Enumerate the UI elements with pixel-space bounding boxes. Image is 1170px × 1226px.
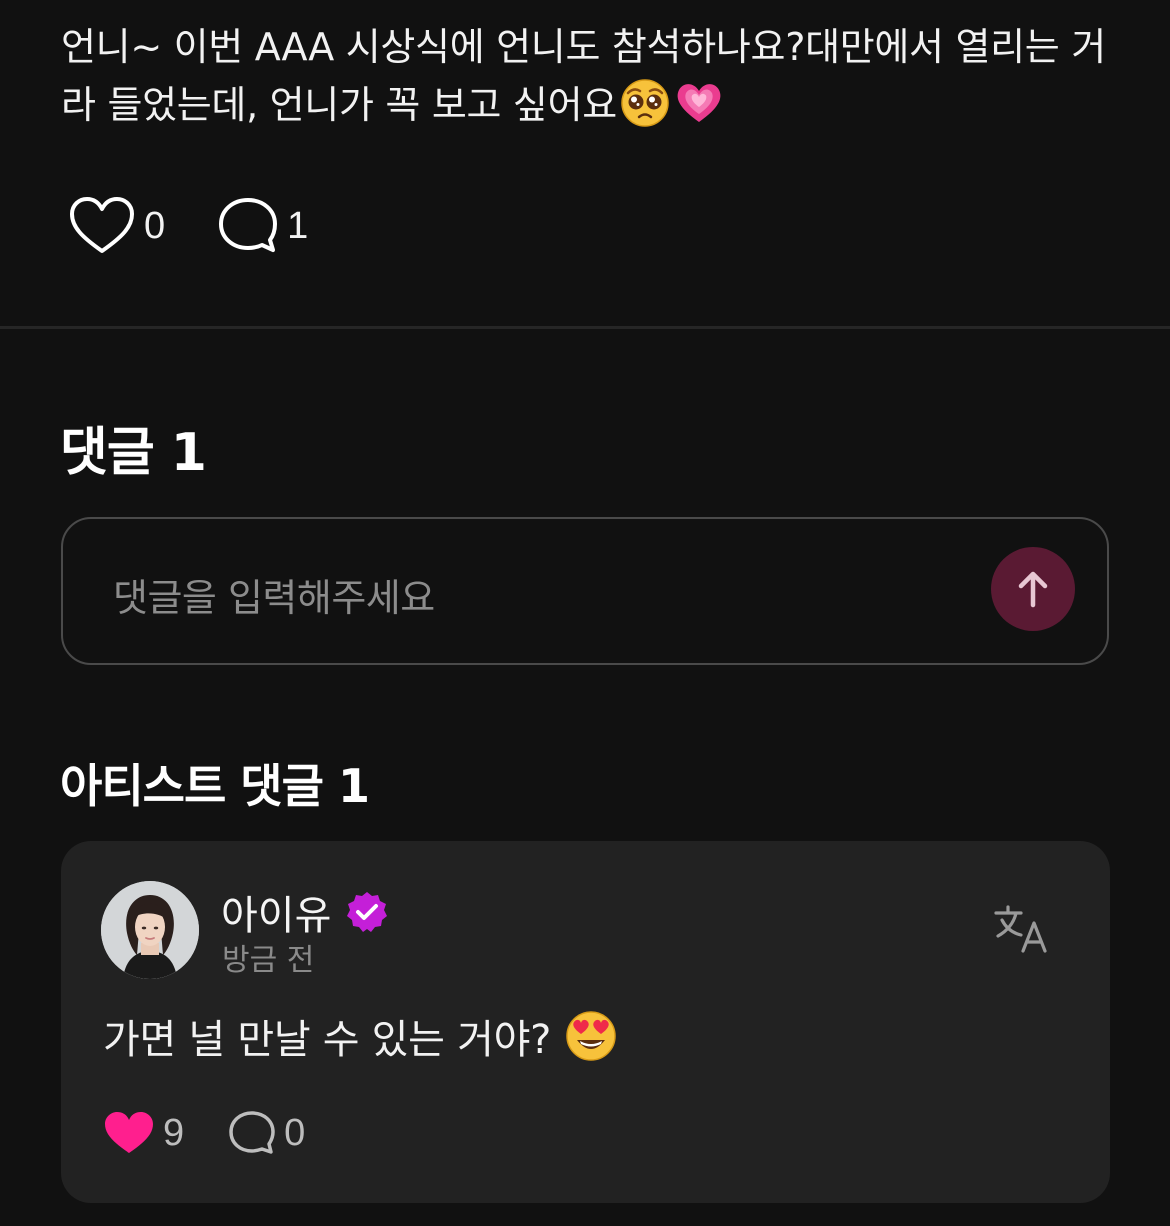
send-comment-button[interactable] bbox=[991, 547, 1075, 631]
heart-filled-icon bbox=[105, 1112, 153, 1153]
arrow-up-icon bbox=[1018, 571, 1048, 608]
comment-actions: 9 0 bbox=[103, 1103, 305, 1163]
post-text: 언니~ 이번 AAA 시상식에 언니도 참석하나요?대만에서 열리는 거라 들었… bbox=[61, 25, 1106, 127]
post-comment-button[interactable]: 1 bbox=[217, 195, 308, 257]
comment-reply-button[interactable]: 0 bbox=[228, 1109, 305, 1157]
artist-name-row: 아이유 bbox=[221, 883, 389, 941]
comment-reply-count: 0 bbox=[284, 1111, 306, 1154]
artist-comments-heading: 아티스트 댓글 1 bbox=[60, 759, 370, 813]
comment-like-count: 9 bbox=[163, 1111, 185, 1154]
post-like-button[interactable]: 0 bbox=[68, 195, 165, 257]
growing-heart-emoji bbox=[677, 84, 721, 122]
section-divider bbox=[0, 326, 1170, 329]
translate-icon bbox=[994, 905, 1047, 953]
artist-avatar-image bbox=[101, 881, 199, 979]
artist-comment-card: 아이유 방금 전 가면 널 만날 수 있는 거야? 9 0 bbox=[61, 841, 1110, 1203]
artist-comment-body: 가면 널 만날 수 있는 거야? bbox=[103, 1007, 617, 1065]
comment-bubble-icon bbox=[219, 198, 278, 252]
avatar[interactable] bbox=[101, 881, 199, 979]
post-like-count: 0 bbox=[144, 204, 166, 247]
comments-heading: 댓글 1 bbox=[60, 423, 207, 483]
pleading-face-emoji bbox=[621, 79, 669, 127]
comment-bubble-icon bbox=[229, 1111, 275, 1154]
post-body: 언니~ 이번 AAA 시상식에 언니도 참석하나요?대만에서 열리는 거라 들었… bbox=[61, 18, 1121, 134]
translate-button[interactable] bbox=[993, 903, 1051, 955]
verified-badge-icon bbox=[347, 892, 388, 932]
comment-text: 가면 널 만날 수 있는 거야? bbox=[103, 1017, 552, 1063]
artist-name[interactable]: 아이유 bbox=[221, 883, 331, 941]
comment-timestamp: 방금 전 bbox=[222, 943, 315, 978]
heart-eyes-emoji bbox=[566, 1011, 616, 1061]
post-actions: 0 1 bbox=[68, 195, 308, 257]
comment-input-field[interactable]: 댓글을 입력해주세요 bbox=[61, 517, 1109, 665]
heart-outline-icon bbox=[70, 197, 134, 253]
comment-like-button[interactable]: 9 bbox=[103, 1110, 184, 1156]
post-comment-count: 1 bbox=[287, 204, 309, 247]
comment-input-placeholder: 댓글을 입력해주세요 bbox=[113, 576, 435, 620]
